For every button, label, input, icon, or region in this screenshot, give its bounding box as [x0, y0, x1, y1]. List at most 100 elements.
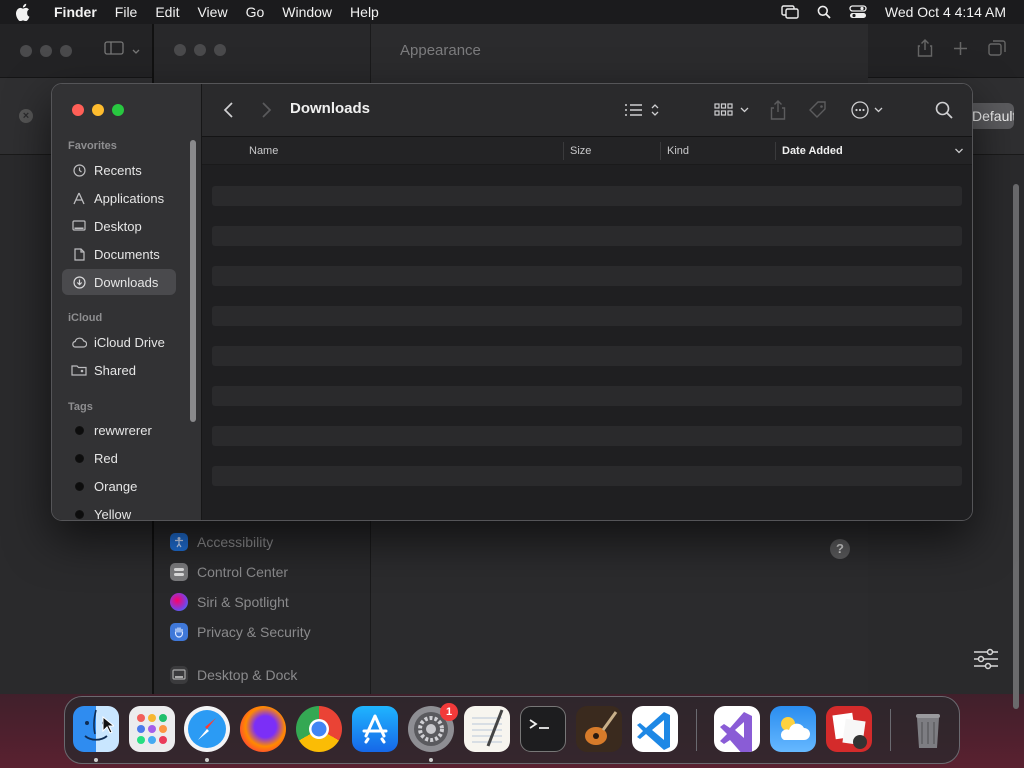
- column-size[interactable]: Size: [570, 137, 591, 165]
- settings-item-siri-spotlight[interactable]: Siri & Spotlight: [170, 587, 370, 617]
- column-divider[interactable]: [563, 142, 564, 160]
- settings-window-controls: [174, 44, 226, 56]
- app-store-icon[interactable]: [352, 706, 398, 752]
- sidebar-item-applications[interactable]: Applications: [62, 185, 176, 211]
- sidebar-toggle-icon[interactable]: [104, 41, 124, 60]
- window-zoom-dim[interactable]: [60, 44, 72, 57]
- column-kind[interactable]: Kind: [667, 137, 689, 165]
- running-indicator: [429, 758, 433, 762]
- forward-chevron-icon[interactable]: [258, 101, 274, 119]
- sliders-icon[interactable]: [973, 648, 999, 675]
- chrome-icon[interactable]: [296, 706, 342, 752]
- window-title: Downloads: [290, 100, 371, 117]
- spotlight-search-icon[interactable]: [817, 5, 831, 19]
- trash-icon[interactable]: [905, 706, 951, 752]
- list-item[interactable]: [212, 346, 962, 366]
- tab-overview-icon[interactable]: [988, 40, 1006, 61]
- menu-bar: Finder File Edit View Go Window Help Wed…: [0, 0, 1024, 24]
- sidebar-tag-yellow[interactable]: Yellow: [62, 501, 176, 520]
- list-item[interactable]: [212, 386, 962, 406]
- settings-item-desktop-dock[interactable]: Desktop & Dock: [170, 660, 370, 690]
- menu-file[interactable]: File: [115, 4, 138, 20]
- weather-icon[interactable]: [770, 706, 816, 752]
- zoom-button[interactable]: [112, 104, 124, 116]
- column-divider[interactable]: [660, 142, 661, 160]
- vscode-icon[interactable]: [632, 706, 678, 752]
- default-button[interactable]: Default: [968, 103, 1014, 129]
- close-button[interactable]: [72, 104, 84, 116]
- firefox-icon[interactable]: [240, 706, 286, 752]
- menubar-clock[interactable]: Wed Oct 4 4:14 AM: [885, 4, 1006, 20]
- menu-finder[interactable]: Finder: [54, 4, 97, 20]
- safari-icon[interactable]: [184, 706, 230, 752]
- applications-icon: [71, 192, 87, 205]
- sidebar-item-documents[interactable]: Documents: [62, 241, 176, 267]
- column-date-added[interactable]: Date Added: [782, 137, 843, 165]
- window-minimize-dim[interactable]: [40, 44, 52, 57]
- sidebar-item-desktop[interactable]: Desktop: [62, 213, 176, 239]
- minimize-button[interactable]: [92, 104, 104, 116]
- menu-view[interactable]: View: [197, 4, 227, 20]
- apple-menu-icon[interactable]: [16, 3, 36, 21]
- menu-window[interactable]: Window: [282, 4, 332, 20]
- sidebar-tag-orange[interactable]: Orange: [62, 473, 176, 499]
- list-item[interactable]: [212, 466, 962, 486]
- settings-item-accessibility[interactable]: Accessibility: [170, 527, 370, 557]
- list-item[interactable]: [212, 426, 962, 446]
- sidebar-item-recents[interactable]: Recents: [62, 157, 176, 183]
- clear-icon[interactable]: ×: [19, 109, 33, 123]
- group-by-icon[interactable]: [714, 99, 750, 121]
- default-button-label: Default: [972, 108, 1014, 124]
- tag-dot-icon: [71, 453, 87, 463]
- sort-chevron-down-icon[interactable]: [954, 146, 964, 158]
- column-divider[interactable]: [775, 142, 776, 160]
- more-actions-icon[interactable]: [850, 99, 886, 121]
- settings-minimize-button[interactable]: [194, 44, 206, 56]
- settings-item-privacy-security[interactable]: Privacy & Security: [170, 617, 370, 647]
- settings-item-control-center[interactable]: Control Center: [170, 557, 370, 587]
- menu-help[interactable]: Help: [350, 4, 379, 20]
- list-item[interactable]: [212, 306, 962, 326]
- sidebar-item-icloud-drive[interactable]: iCloud Drive: [62, 329, 176, 355]
- tag-icon[interactable]: [808, 99, 828, 121]
- file-list: [212, 186, 962, 506]
- control-center-icon[interactable]: [849, 5, 867, 19]
- sidebar-item-label: rewwrerer: [94, 422, 152, 438]
- document-icon: [71, 247, 87, 261]
- list-item[interactable]: [212, 266, 962, 286]
- search-icon[interactable]: [935, 99, 953, 121]
- new-tab-icon[interactable]: [953, 41, 968, 61]
- list-view-icon[interactable]: [624, 99, 660, 121]
- sidebar-scrollbar[interactable]: [190, 140, 196, 422]
- share-icon[interactable]: [917, 39, 933, 62]
- screen-mirroring-icon[interactable]: [781, 5, 799, 19]
- chevron-down-icon[interactable]: [132, 42, 140, 60]
- textedit-icon[interactable]: [464, 706, 510, 752]
- launchpad-icon[interactable]: [129, 706, 175, 752]
- terminal-icon[interactable]: [520, 706, 566, 752]
- clock-icon: [71, 163, 87, 177]
- column-name[interactable]: Name: [249, 137, 278, 165]
- photo-booth-icon[interactable]: [826, 706, 872, 752]
- list-item[interactable]: [212, 186, 962, 206]
- menu-edit[interactable]: Edit: [155, 4, 179, 20]
- share-icon[interactable]: [770, 99, 786, 121]
- privacy-hand-icon: [170, 623, 188, 641]
- settings-close-button[interactable]: [174, 44, 186, 56]
- scrollbar[interactable]: [1013, 184, 1019, 709]
- sidebar-tag-rewwrerer[interactable]: rewwrerer: [62, 417, 176, 443]
- sidebar-tag-red[interactable]: Red: [62, 445, 176, 471]
- back-chevron-icon[interactable]: [222, 101, 238, 119]
- sidebar-item-shared[interactable]: Shared: [62, 357, 176, 383]
- sidebar-item-downloads[interactable]: Downloads: [62, 269, 176, 295]
- tag-dot-icon: [71, 425, 87, 435]
- list-item[interactable]: [212, 226, 962, 246]
- visual-studio-icon[interactable]: [714, 706, 760, 752]
- window-close-dim[interactable]: [20, 44, 32, 57]
- settings-zoom-button[interactable]: [214, 44, 226, 56]
- menu-go[interactable]: Go: [246, 4, 265, 20]
- siri-icon: [170, 593, 188, 611]
- sidebar-item-label: Recents: [94, 162, 142, 178]
- garageband-icon[interactable]: [576, 706, 622, 752]
- help-button[interactable]: ?: [830, 539, 850, 559]
